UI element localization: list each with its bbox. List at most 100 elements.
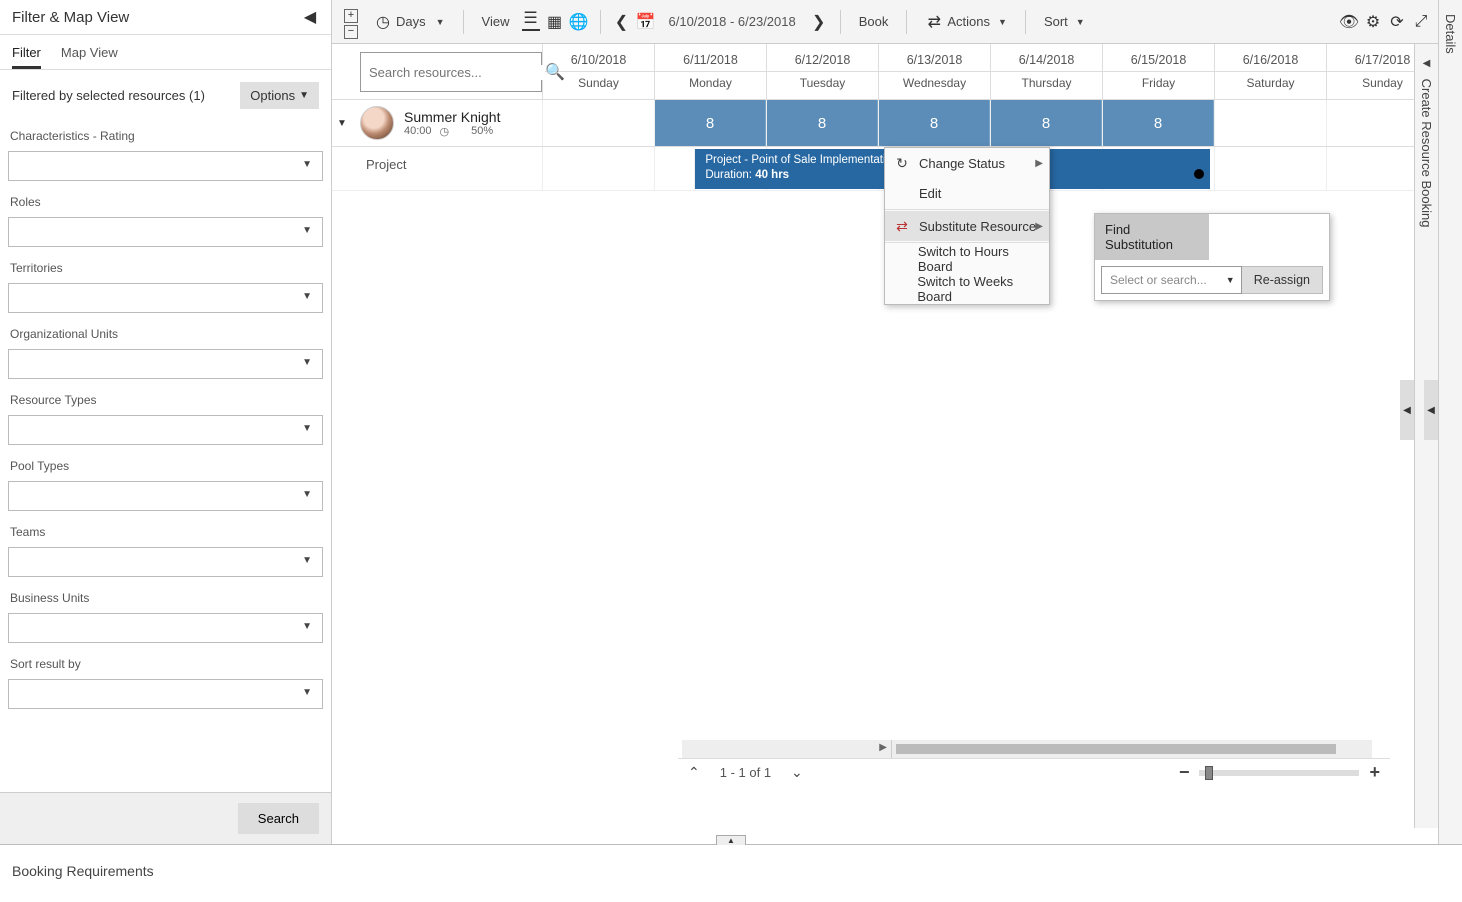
context-menu: ↻ Change Status ▶ Edit ⇄ Substitute Reso… (884, 147, 1050, 305)
ctx-change-status-label: Change Status (919, 156, 1005, 171)
search-icon[interactable]: 🔍 (545, 62, 565, 82)
divider (463, 10, 464, 34)
pager-next-icon[interactable]: ⌄ (791, 764, 803, 781)
ctx-switch-hours[interactable]: Switch to Hours Board (885, 244, 1049, 274)
search-row: Search (0, 792, 331, 844)
capacity-cell[interactable] (1214, 100, 1326, 146)
horizontal-scrollbar[interactable] (682, 740, 1372, 758)
characteristics-select[interactable] (8, 151, 323, 181)
capacity-cell[interactable]: 8 (766, 100, 878, 146)
territories-label: Territories (8, 261, 323, 275)
tab-map-view[interactable]: Map View (61, 45, 118, 69)
fullscreen-icon[interactable]: ⤢ (1412, 13, 1430, 31)
refresh-icon[interactable]: ⟳ (1388, 13, 1406, 31)
sort-result-select[interactable] (8, 679, 323, 709)
filtered-summary-text: Filtered by selected resources (1) (12, 88, 205, 103)
actions-label: Actions (947, 14, 990, 29)
zoom-thumb[interactable] (1205, 766, 1213, 780)
resource-cell[interactable]: ▼ Summer Knight 40:00 ◷ 50% (332, 100, 542, 146)
pool-types-select[interactable] (8, 481, 323, 511)
pager-text: 1 - 1 of 1 (720, 765, 771, 780)
col-header: 6/15/2018Friday (1102, 44, 1214, 99)
substitution-select[interactable]: Select or search... (1101, 266, 1242, 294)
expand-all-icon[interactable]: + (344, 9, 358, 23)
expand-footer-icon[interactable]: ▲ (716, 835, 746, 845)
clock-icon: ◷ (374, 13, 392, 31)
actions-dropdown[interactable]: ⇄ Actions ▼ (919, 9, 1013, 35)
search-button[interactable]: Search (238, 803, 319, 834)
collapse-handle-right-2[interactable]: ◀ (1424, 380, 1438, 440)
sort-label: Sort (1044, 14, 1068, 29)
filtered-summary-row: Filtered by selected resources (1) Optio… (0, 70, 331, 121)
scroll-thumb[interactable] (896, 744, 1336, 754)
gear-icon[interactable]: ⚙ (1364, 13, 1382, 31)
details-rail[interactable]: Details (1438, 0, 1462, 844)
ctx-substitute-resource[interactable]: ⇄ Substitute Resource ▶ (885, 211, 1049, 241)
prev-icon[interactable]: ❮ (613, 13, 631, 31)
find-substitution-panel: Find Substitution Select or search... Re… (1094, 213, 1330, 301)
col-header: 6/13/2018Wednesday (878, 44, 990, 99)
reassign-button[interactable]: Re-assign (1242, 266, 1323, 294)
capacity-cell[interactable]: 8 (878, 100, 990, 146)
collapse-handle-right-1[interactable]: ◀ (1400, 380, 1414, 440)
grid-view-icon[interactable]: ▦ (546, 13, 564, 31)
collapse-left-icon[interactable]: ◀ (301, 8, 319, 26)
col-header: 6/12/2018Tuesday (766, 44, 878, 99)
org-units-select[interactable] (8, 349, 323, 379)
business-units-select[interactable] (8, 613, 323, 643)
next-icon[interactable]: ❯ (810, 13, 828, 31)
resource-row: ▼ Summer Knight 40:00 ◷ 50% 8 8 8 8 8 (332, 99, 1438, 147)
resource-hours: 40:00 (404, 125, 432, 137)
sort-dropdown[interactable]: Sort ▼ (1038, 10, 1091, 33)
tab-filter[interactable]: Filter (12, 45, 41, 69)
options-label: Options (250, 88, 295, 103)
book-button[interactable]: Book (853, 10, 895, 33)
ctx-edit[interactable]: Edit (885, 178, 1049, 208)
collapse-all-icon[interactable]: − (344, 25, 358, 39)
ctx-switch-weeks[interactable]: Switch to Weeks Board (885, 274, 1049, 304)
create-booking-rail-label: ◀ Create Resource Booking (1415, 44, 1438, 241)
sort-result-label: Sort result by (8, 657, 323, 671)
resource-types-select[interactable] (8, 415, 323, 445)
pager-prev-icon[interactable]: ⌃ (688, 764, 700, 781)
pager-bar: ⌃ 1 - 1 of 1 ⌄ − + (678, 758, 1390, 786)
booking-duration-label: Duration: (705, 169, 752, 181)
divider (600, 10, 601, 34)
zoom-out-icon[interactable]: − (1179, 762, 1190, 783)
capacity-cell[interactable]: 8 (990, 100, 1102, 146)
status-icon: ↻ (893, 155, 911, 172)
map-view-icon[interactable]: 🌐 (570, 13, 588, 31)
characteristics-label: Characteristics - Rating (8, 129, 323, 143)
chevron-left-icon: ◀ (1421, 58, 1432, 75)
calendar-icon[interactable]: 📅 (637, 13, 655, 31)
zoom-in-icon[interactable]: + (1369, 762, 1380, 783)
territories-select[interactable] (8, 283, 323, 313)
search-resources-box[interactable]: 🔍 (360, 52, 542, 92)
eye-icon[interactable]: 👁 (1340, 13, 1358, 31)
capacity-cell[interactable]: 8 (1102, 100, 1214, 146)
days-dropdown[interactable]: ◷ Days ▼ (368, 9, 451, 35)
chevron-down-icon: ▼ (1072, 17, 1085, 27)
expand-resource-icon[interactable]: ▼ (334, 118, 350, 129)
roles-select[interactable] (8, 217, 323, 247)
clock-icon: ◷ (440, 125, 450, 138)
schedule-header-row: 🔍 6/10/2018Sunday 6/11/2018Monday 6/12/2… (332, 44, 1438, 99)
teams-select[interactable] (8, 547, 323, 577)
pool-types-label: Pool Types (8, 459, 323, 473)
ctx-change-status[interactable]: ↻ Change Status ▶ (885, 148, 1049, 178)
zoom-slider[interactable] (1199, 770, 1359, 776)
date-range[interactable]: 6/10/2018 - 6/23/2018 (661, 14, 804, 29)
chevron-down-icon: ▼ (994, 17, 1007, 27)
search-resources-input[interactable] (369, 65, 545, 80)
substitution-placeholder: Select or search... (1110, 273, 1207, 287)
ctx-switch-hours-label: Switch to Hours Board (918, 244, 1039, 274)
capacity-cell[interactable] (542, 100, 654, 146)
roles-label: Roles (8, 195, 323, 209)
avatar (360, 106, 394, 140)
options-button[interactable]: Options ▼ (240, 82, 319, 109)
booking-status-dot-icon (1194, 169, 1204, 179)
resource-types-label: Resource Types (8, 393, 323, 407)
capacity-cell[interactable]: 8 (654, 100, 766, 146)
list-view-icon[interactable]: ☰ (522, 13, 540, 31)
filter-tabs: Filter Map View (0, 35, 331, 70)
